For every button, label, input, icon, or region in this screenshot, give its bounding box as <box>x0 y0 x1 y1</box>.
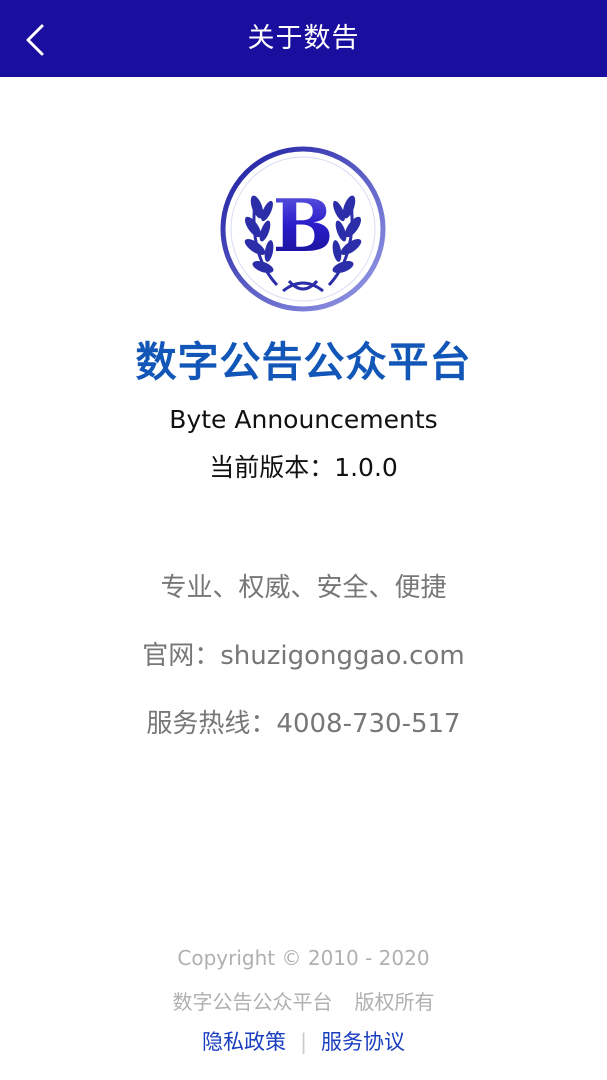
app-logo: B <box>219 145 387 313</box>
privacy-policy-link[interactable]: 隐私政策 <box>202 1030 286 1054</box>
version-text: 当前版本：1.0.0 <box>209 453 398 482</box>
rights-text: 版权所有 <box>354 990 435 1014</box>
page-title: 关于数告 <box>247 23 360 54</box>
website-text: 官网：shuzigonggao.com <box>142 641 465 671</box>
app-english-name: Byte Announcements <box>169 405 438 434</box>
footer-links: 隐私政策 | 服务协议 <box>0 1026 607 1056</box>
slogan-text: 专业、权威、安全、便捷 <box>160 573 447 603</box>
app-name: 数字公告公众平台 <box>135 338 472 386</box>
rights-line: 数字公告公众平台 版权所有 <box>0 986 607 1015</box>
company-name: 数字公告公众平台 <box>172 990 333 1014</box>
svg-text:B: B <box>273 183 334 268</box>
link-separator: | <box>299 1030 308 1054</box>
hotline-text: 服务热线：4008-730-517 <box>146 709 461 739</box>
copyright-text: Copyright © 2010 - 2020 <box>177 946 430 970</box>
top-nav-bar: 关于数告 <box>0 0 607 77</box>
service-agreement-link[interactable]: 服务协议 <box>321 1030 405 1054</box>
